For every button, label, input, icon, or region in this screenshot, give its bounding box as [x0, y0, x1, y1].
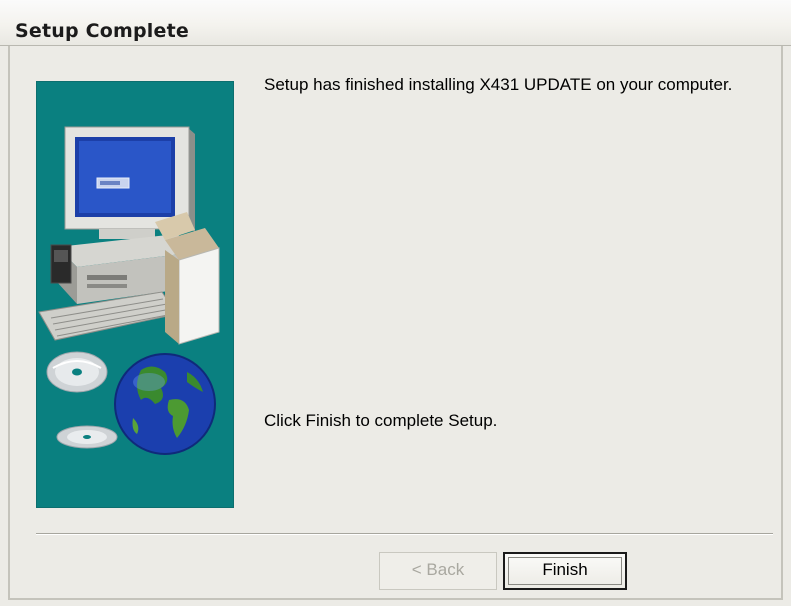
- installer-graphic: [36, 81, 234, 508]
- focus-rectangle: [508, 557, 622, 585]
- back-button[interactable]: < Back: [379, 552, 497, 590]
- page-title: Setup Complete: [15, 20, 189, 42]
- button-separator: [36, 533, 773, 535]
- computer-cd-globe-icon: [38, 126, 220, 455]
- setup-wizard-window: Setup Complete Setup has finished instal…: [0, 0, 791, 606]
- wizard-header: Setup Complete: [0, 0, 791, 46]
- finished-message: Setup has finished installing X431 UPDAT…: [264, 75, 733, 94]
- finish-instruction: Click Finish to complete Setup.: [264, 411, 498, 430]
- finish-button[interactable]: Finish: [503, 552, 627, 590]
